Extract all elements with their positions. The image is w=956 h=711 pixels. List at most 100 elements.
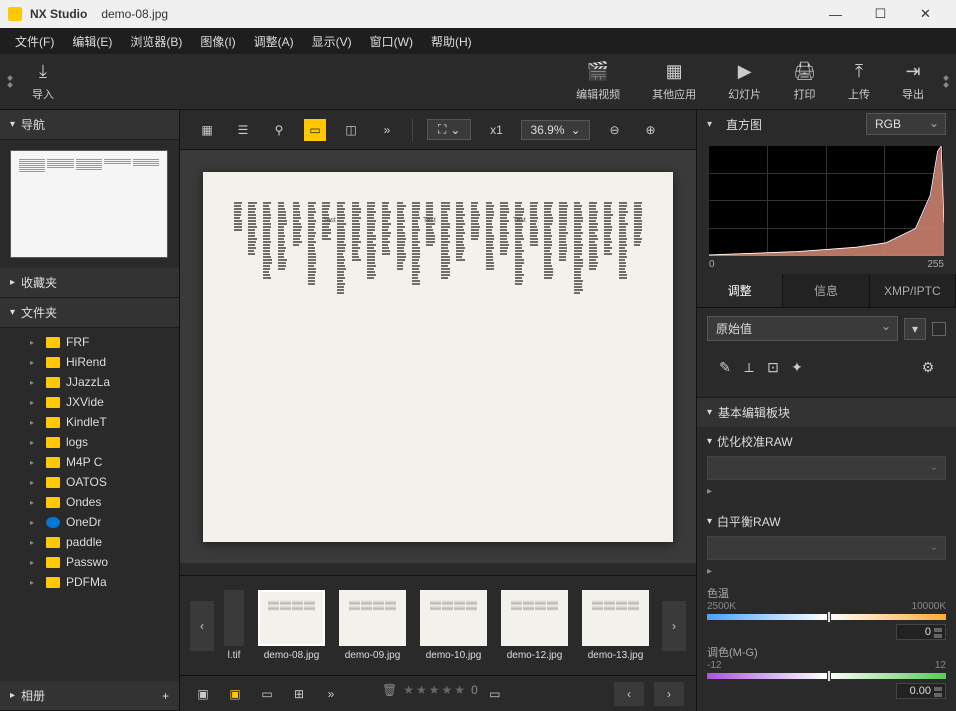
zoom-in-button[interactable]: ⊕ <box>640 119 662 141</box>
star-5[interactable]: ★ <box>454 683 465 705</box>
app-name: NX Studio <box>30 7 87 21</box>
whitebalance-select[interactable] <box>707 536 946 560</box>
menu-file[interactable]: 文件(F) <box>6 28 63 54</box>
folder-item[interactable]: ▸JJazzLa <box>0 372 179 392</box>
label-button[interactable]: ▭ <box>484 683 506 705</box>
map-view-button[interactable]: ⚲ <box>268 119 290 141</box>
horizontal-scrollbar[interactable] <box>180 563 696 575</box>
folders-panel-header[interactable]: ▾文件夹 <box>0 298 179 328</box>
add-icon[interactable]: + <box>162 689 169 703</box>
star-4[interactable]: ★ <box>442 683 453 705</box>
brush-tool[interactable]: ✦ <box>785 355 809 379</box>
export-button[interactable]: ⇥导出 <box>896 57 930 106</box>
basic-section-header[interactable]: ▾ 基本编辑板块 <box>697 397 956 427</box>
image-viewer[interactable]: Test Test Test <box>180 150 696 563</box>
star-3[interactable]: ★ <box>429 683 440 705</box>
next-image-button[interactable]: › <box>654 682 684 706</box>
preset-del-button[interactable] <box>932 322 946 336</box>
tab-info[interactable]: 信息 <box>783 274 869 307</box>
menu-help[interactable]: 帮助(H) <box>422 28 481 54</box>
list-view-button[interactable]: ☰ <box>232 119 254 141</box>
chevron-right-icon[interactable]: ▸ <box>707 566 712 577</box>
optimize-header[interactable]: ▾ 优化校准 RAW <box>707 433 946 450</box>
window-maximize-button[interactable]: ☐ <box>858 0 903 28</box>
tint-value-input[interactable]: 0.00 <box>896 683 946 699</box>
menu-window[interactable]: 窗口(W) <box>361 28 422 54</box>
layout-1-button[interactable]: ▭ <box>256 683 278 705</box>
star-1[interactable]: ★ <box>403 683 414 705</box>
menu-browser[interactable]: 浏览器(B) <box>121 28 191 54</box>
left-panel-grabber[interactable] <box>8 62 12 102</box>
star-2[interactable]: ★ <box>416 683 427 705</box>
filmstrip-thumb[interactable]: demo-08.jpg <box>258 590 325 661</box>
thumb-label: demo-12.jpg <box>507 650 563 661</box>
folder-item[interactable]: ▸JXVide <box>0 392 179 412</box>
menu-edit[interactable]: 编辑(E) <box>63 28 121 54</box>
single-view-button[interactable]: ▭ <box>304 119 326 141</box>
menu-image[interactable]: 图像(I) <box>191 28 244 54</box>
folder-item[interactable]: ▸OneDr <box>0 512 179 532</box>
filmstrip-thumb[interactable]: l.tif <box>224 590 244 661</box>
folder-icon <box>46 537 60 548</box>
stack-on-button[interactable]: ▣ <box>224 683 246 705</box>
preset-save-button[interactable]: ▾ <box>904 318 926 340</box>
chevron-right-icon[interactable]: ▸ <box>707 486 712 497</box>
zoom-fit-select[interactable]: ⛶⌄ <box>427 119 471 140</box>
filmstrip-thumb[interactable]: demo-13.jpg <box>582 590 649 661</box>
edit-video-button[interactable]: 🎬编辑视频 <box>570 57 626 106</box>
zoom-1x-button[interactable]: x1 <box>485 119 507 141</box>
slideshow-button[interactable]: ▶幻灯片 <box>722 57 767 106</box>
menu-adjust[interactable]: 调整(A) <box>245 28 303 54</box>
folder-item[interactable]: ▸KindleT <box>0 412 179 432</box>
folder-item[interactable]: ▸logs <box>0 432 179 452</box>
nav-thumbnail[interactable] <box>0 140 179 268</box>
filmstrip-thumb[interactable]: demo-10.jpg <box>420 590 487 661</box>
window-minimize-button[interactable]: — <box>813 0 858 28</box>
prev-image-button[interactable]: ‹ <box>614 682 644 706</box>
filmstrip-thumb[interactable]: demo-12.jpg <box>501 590 568 661</box>
import-button[interactable]: ⤓ 导入 <box>26 57 60 106</box>
layout-grid-button[interactable]: ⊞ <box>288 683 310 705</box>
window-close-button[interactable]: ✕ <box>903 0 948 28</box>
gear-icon[interactable]: ⚙ <box>916 355 940 379</box>
tab-adjust[interactable]: 调整 <box>697 274 783 307</box>
favorites-panel-header[interactable]: ▸收藏夹 <box>0 268 179 298</box>
folder-item[interactable]: ▸M4P C <box>0 452 179 472</box>
filmstrip-next-button[interactable]: › <box>662 601 686 651</box>
folder-item[interactable]: ▸HiRend <box>0 352 179 372</box>
right-panel-grabber[interactable] <box>944 62 948 102</box>
zoom-value-select[interactable]: 36.9%⌄ <box>521 120 589 140</box>
folder-item[interactable]: ▸Passwo <box>0 552 179 572</box>
folder-item[interactable]: ▸FRF <box>0 332 179 352</box>
folder-item[interactable]: ▸OATOS <box>0 472 179 492</box>
preset-select[interactable]: 原始值 <box>707 316 898 341</box>
more-views-button[interactable]: » <box>376 119 398 141</box>
trash-icon[interactable]: 🗑 <box>382 683 397 705</box>
filmstrip-prev-button[interactable]: ‹ <box>190 601 214 651</box>
albums-panel-header[interactable]: ▸相册+ <box>0 681 179 711</box>
straighten-tool[interactable]: ⟂ <box>737 355 761 379</box>
more-layout-button[interactable]: » <box>320 683 342 705</box>
crop-tool[interactable]: ⊡ <box>761 355 785 379</box>
channel-select[interactable]: RGB <box>866 113 946 135</box>
print-button[interactable]: 🖨打印 <box>787 57 822 106</box>
temp-value-input[interactable]: 0 <box>896 624 946 640</box>
menu-view[interactable]: 显示(V) <box>303 28 361 54</box>
eyedropper-tool[interactable]: ✎ <box>713 355 737 379</box>
tint-slider[interactable] <box>707 673 946 679</box>
compare-view-button[interactable]: ◫ <box>340 119 362 141</box>
whitebalance-header[interactable]: ▾ 白平衡 RAW <box>707 513 946 530</box>
folder-item[interactable]: ▸PDFMa <box>0 572 179 592</box>
filmstrip-thumb[interactable]: demo-09.jpg <box>339 590 406 661</box>
nav-panel-header[interactable]: ▾导航 <box>0 110 179 140</box>
other-apps-button[interactable]: ▦其他应用 <box>646 57 702 106</box>
tab-xmp-iptc[interactable]: XMP/IPTC <box>870 274 956 307</box>
grid-view-button[interactable]: ▦ <box>196 119 218 141</box>
optimize-select[interactable] <box>707 456 946 480</box>
zoom-out-button[interactable]: ⊖ <box>604 119 626 141</box>
upload-button[interactable]: ⤒上传 <box>842 57 876 106</box>
stack-off-button[interactable]: ▣ <box>192 683 214 705</box>
temp-slider[interactable] <box>707 614 946 620</box>
folder-item[interactable]: ▸paddle <box>0 532 179 552</box>
folder-item[interactable]: ▸Ondes <box>0 492 179 512</box>
